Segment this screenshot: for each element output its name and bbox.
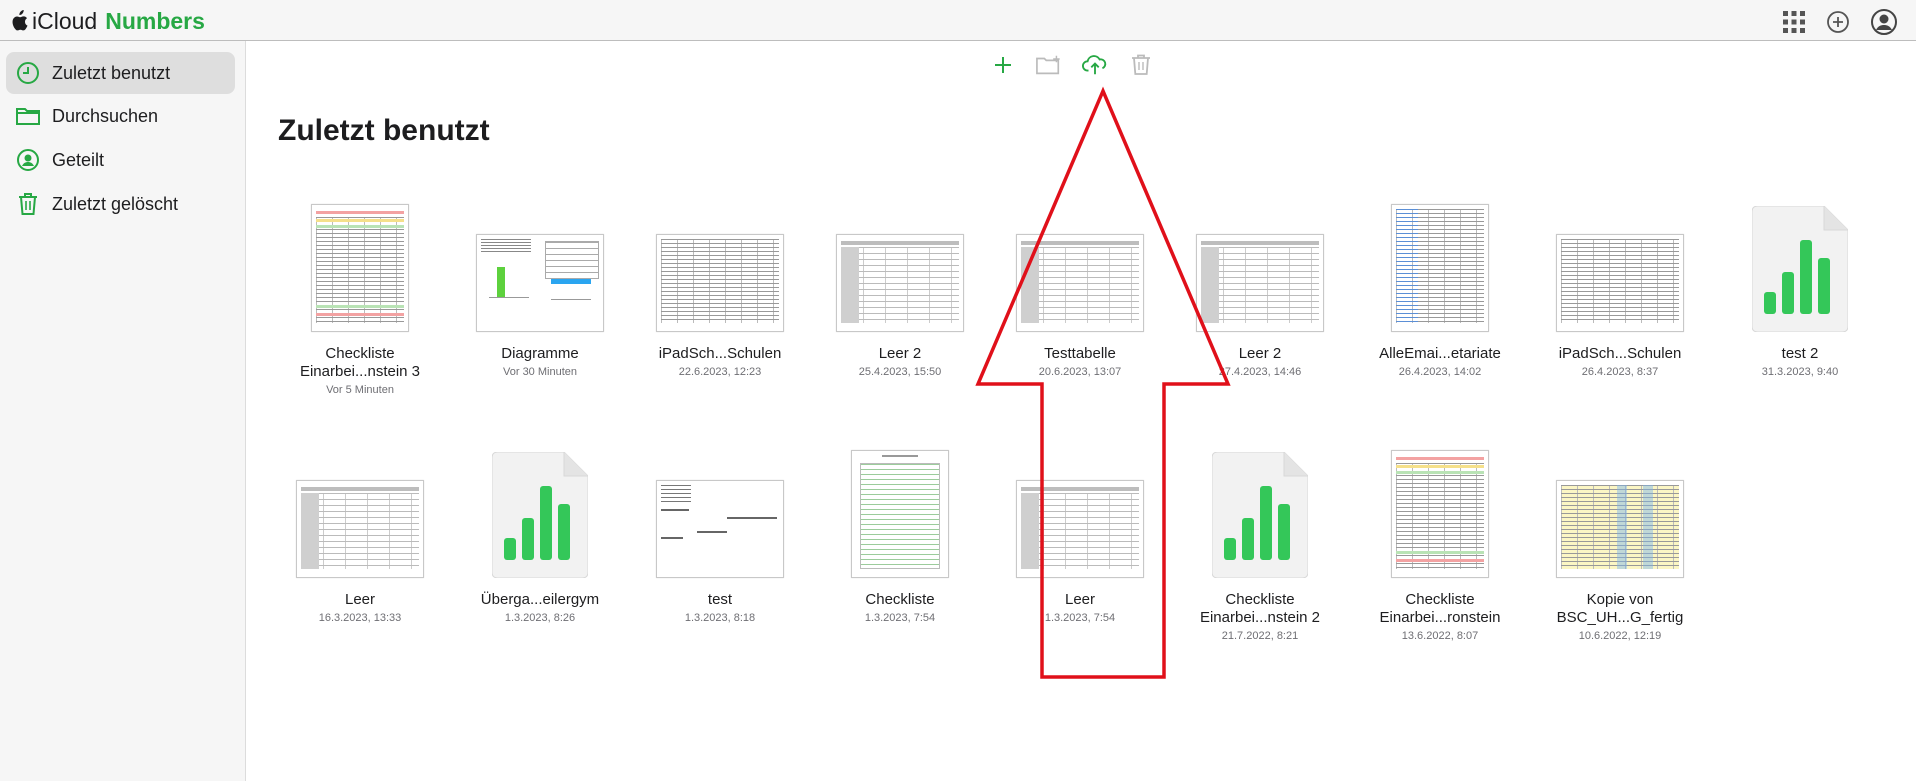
file-name: Checkliste Einarbei...nstein 3	[299, 345, 421, 380]
file-date: 16.3.2023, 13:33	[318, 612, 402, 624]
spreadsheet-thumbnail	[1556, 234, 1684, 332]
file-tile[interactable]: Leer 2 27.4.2023, 14:46	[1178, 200, 1342, 378]
sidebar-item-recent[interactable]: Zuletzt benutzt	[6, 52, 235, 94]
file-tile[interactable]: AlleEmai...etariate 26.4.2023, 14:02	[1358, 200, 1522, 378]
file-date: 21.7.2022, 8:21	[1221, 630, 1299, 642]
spreadsheet-thumbnail	[656, 234, 784, 332]
spreadsheet-thumbnail	[851, 450, 949, 578]
file-tile[interactable]: test 2 31.3.2023, 9:40	[1718, 200, 1882, 378]
file-date: 26.4.2023, 8:37	[1581, 366, 1659, 378]
file-tile[interactable]: Kopie von BSC_UH...G_fertig 10.6.2022, 1…	[1538, 446, 1702, 642]
file-date: 22.6.2023, 12:23	[678, 366, 762, 378]
spreadsheet-thumbnail	[476, 234, 604, 332]
file-name: Leer 2	[1238, 345, 1282, 362]
sidebar-item-recently-deleted[interactable]: Zuletzt gelöscht	[6, 183, 235, 225]
file-tile[interactable]: Checkliste Einarbei...nstein 3 Vor 5 Min…	[278, 200, 442, 396]
file-name: Checkliste Einarbei...ronstein	[1379, 591, 1501, 626]
file-tile[interactable]: Checkliste Einarbei...ronstein 13.6.2022…	[1358, 446, 1522, 642]
file-tile[interactable]: iPadSch...Schulen 22.6.2023, 12:23	[638, 200, 802, 378]
file-date: 25.4.2023, 15:50	[858, 366, 942, 378]
file-grid: Checkliste Einarbei...nstein 3 Vor 5 Min…	[278, 0, 1898, 781]
file-tile[interactable]: Leer 2 25.4.2023, 15:50	[818, 200, 982, 378]
file-tile[interactable]: iPadSch...Schulen 26.4.2023, 8:37	[1538, 200, 1702, 378]
folder-icon	[14, 102, 42, 130]
file-date: 13.6.2022, 8:07	[1401, 630, 1479, 642]
file-date: 26.4.2023, 14:02	[1398, 366, 1482, 378]
sidebar-item-shared[interactable]: Geteilt	[6, 139, 235, 181]
file-date: 27.4.2023, 14:46	[1218, 366, 1302, 378]
file-name: iPadSch...Schulen	[658, 345, 782, 362]
file-date: 10.6.2022, 12:19	[1578, 630, 1662, 642]
file-date: 1.3.2023, 7:54	[864, 612, 936, 624]
numbers-document-icon	[1212, 452, 1308, 578]
trash-icon	[14, 190, 42, 218]
file-tile[interactable]: Checkliste 1.3.2023, 7:54	[818, 446, 982, 624]
numbers-document-icon	[492, 452, 588, 578]
sidebar: Zuletzt benutzt Durchsuchen Geteilt Zule…	[0, 41, 246, 781]
file-name: Leer	[344, 591, 376, 608]
spreadsheet-thumbnail	[1016, 234, 1144, 332]
shared-person-icon	[14, 146, 42, 174]
icloud-label: iCloud	[32, 7, 98, 34]
file-name: Kopie von BSC_UH...G_fertig	[1556, 591, 1684, 626]
spreadsheet-thumbnail	[296, 480, 424, 578]
apple-logo-icon	[12, 10, 28, 31]
file-tile[interactable]: Überga...eilergym 1.3.2023, 8:26	[458, 446, 622, 624]
spreadsheet-thumbnail	[656, 480, 784, 578]
file-name: test	[707, 591, 733, 608]
file-date: 31.3.2023, 9:40	[1761, 366, 1839, 378]
numbers-label: Numbers	[105, 7, 205, 34]
sidebar-item-label: Zuletzt benutzt	[52, 62, 171, 83]
sidebar-item-label: Geteilt	[52, 149, 105, 170]
file-tile[interactable]: test 1.3.2023, 8:18	[638, 446, 802, 624]
file-name: Leer 2	[878, 345, 922, 362]
sidebar-item-label: Durchsuchen	[52, 105, 159, 126]
spreadsheet-thumbnail	[1391, 450, 1489, 578]
file-name: AlleEmai...etariate	[1379, 345, 1501, 362]
sidebar-item-label: Zuletzt gelöscht	[52, 193, 179, 214]
file-date: 20.6.2023, 13:07	[1038, 366, 1122, 378]
file-name: test 2	[1781, 345, 1819, 362]
file-tile[interactable]: Diagramme Vor 30 Minuten	[458, 200, 622, 378]
file-tile[interactable]: Checkliste Einarbei...nstein 2 21.7.2022…	[1178, 446, 1342, 642]
spreadsheet-thumbnail	[836, 234, 964, 332]
spreadsheet-thumbnail	[1016, 480, 1144, 578]
file-date: 1.3.2023, 8:18	[684, 612, 756, 624]
clock-icon	[14, 59, 42, 87]
spreadsheet-thumbnail	[1196, 234, 1324, 332]
file-name: Diagramme	[501, 345, 579, 362]
file-date: 1.3.2023, 8:26	[504, 612, 576, 624]
file-name: Checkliste Einarbei...nstein 2	[1199, 591, 1321, 626]
file-name: Testtabelle	[1044, 345, 1116, 362]
file-name: Leer	[1064, 591, 1096, 608]
file-date: Vor 5 Minuten	[326, 384, 394, 396]
spreadsheet-thumbnail	[1391, 204, 1489, 332]
spreadsheet-thumbnail	[1556, 480, 1684, 578]
file-name: Checkliste	[865, 591, 935, 608]
file-date: 1.3.2023, 7:54	[1044, 612, 1116, 624]
file-date: Vor 30 Minuten	[503, 366, 577, 378]
file-tile[interactable]: Leer 1.3.2023, 7:54	[998, 446, 1162, 624]
sidebar-item-browse[interactable]: Durchsuchen	[6, 95, 235, 137]
numbers-document-icon	[1752, 206, 1848, 332]
file-tile[interactable]: Testtabelle 20.6.2023, 13:07	[998, 200, 1162, 378]
app-brand[interactable]: iCloud Numbers	[10, 8, 205, 34]
file-tile[interactable]: Leer 16.3.2023, 13:33	[278, 446, 442, 624]
spreadsheet-thumbnail	[311, 204, 409, 332]
file-name: iPadSch...Schulen	[1558, 345, 1682, 362]
file-name: Überga...eilergym	[480, 591, 600, 608]
